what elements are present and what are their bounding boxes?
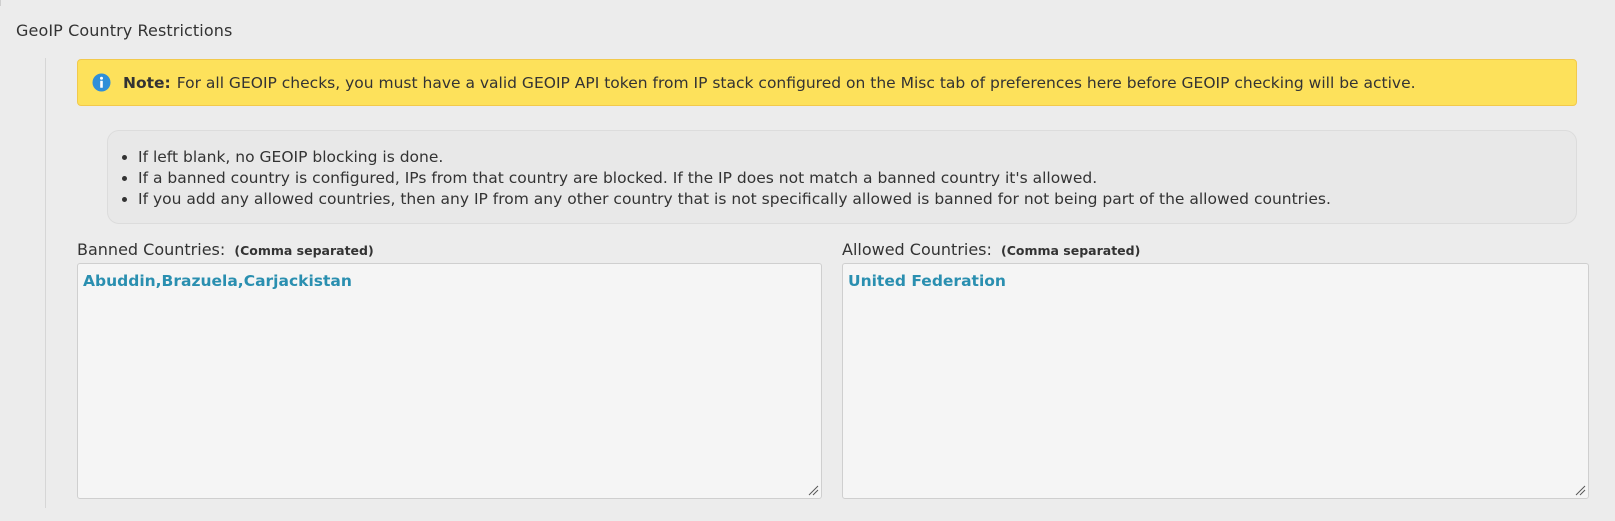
banned-countries-hint: (Comma separated) — [234, 243, 374, 258]
allowed-countries-label: Allowed Countries: (Comma separated) — [842, 240, 1589, 262]
section-title: GeoIP Country Restrictions — [16, 21, 233, 40]
banned-countries-value: Abuddin,Brazuela,Carjackistan — [83, 272, 352, 290]
allowed-countries-label-text: Allowed Countries: — [842, 240, 992, 259]
rules-box: If left blank, no GEOIP blocking is done… — [107, 130, 1577, 224]
note-label: Note: — [123, 73, 171, 92]
note-text: For all GEOIP checks, you must have a va… — [176, 73, 1416, 92]
note-banner: Note: For all GEOIP checks, you must hav… — [77, 59, 1577, 106]
allowed-countries-field: Allowed Countries: (Comma separated) Uni… — [842, 240, 1589, 499]
allowed-countries-textarea[interactable]: United Federation — [842, 263, 1589, 499]
info-icon — [92, 73, 111, 92]
banned-countries-field: Banned Countries: (Comma separated) Abud… — [77, 240, 822, 499]
divider — [0, 0, 1, 6]
banned-countries-label: Banned Countries: (Comma separated) — [77, 240, 822, 262]
rules-list: If left blank, no GEOIP blocking is done… — [108, 131, 1576, 210]
geoip-settings-page: GeoIP Country Restrictions Note: For all… — [0, 0, 1615, 521]
resize-grip-icon[interactable] — [1574, 484, 1586, 496]
banned-countries-textarea[interactable]: Abuddin,Brazuela,Carjackistan — [77, 263, 822, 499]
allowed-countries-value: United Federation — [848, 272, 1006, 290]
rule-item: If left blank, no GEOIP blocking is done… — [138, 147, 1576, 168]
rule-item: If you add any allowed countries, then a… — [138, 189, 1576, 210]
rule-item: If a banned country is configured, IPs f… — [138, 168, 1576, 189]
allowed-countries-hint: (Comma separated) — [1001, 243, 1141, 258]
resize-grip-icon[interactable] — [807, 484, 819, 496]
banned-countries-label-text: Banned Countries: — [77, 240, 226, 259]
section-indent-divider — [45, 58, 46, 508]
